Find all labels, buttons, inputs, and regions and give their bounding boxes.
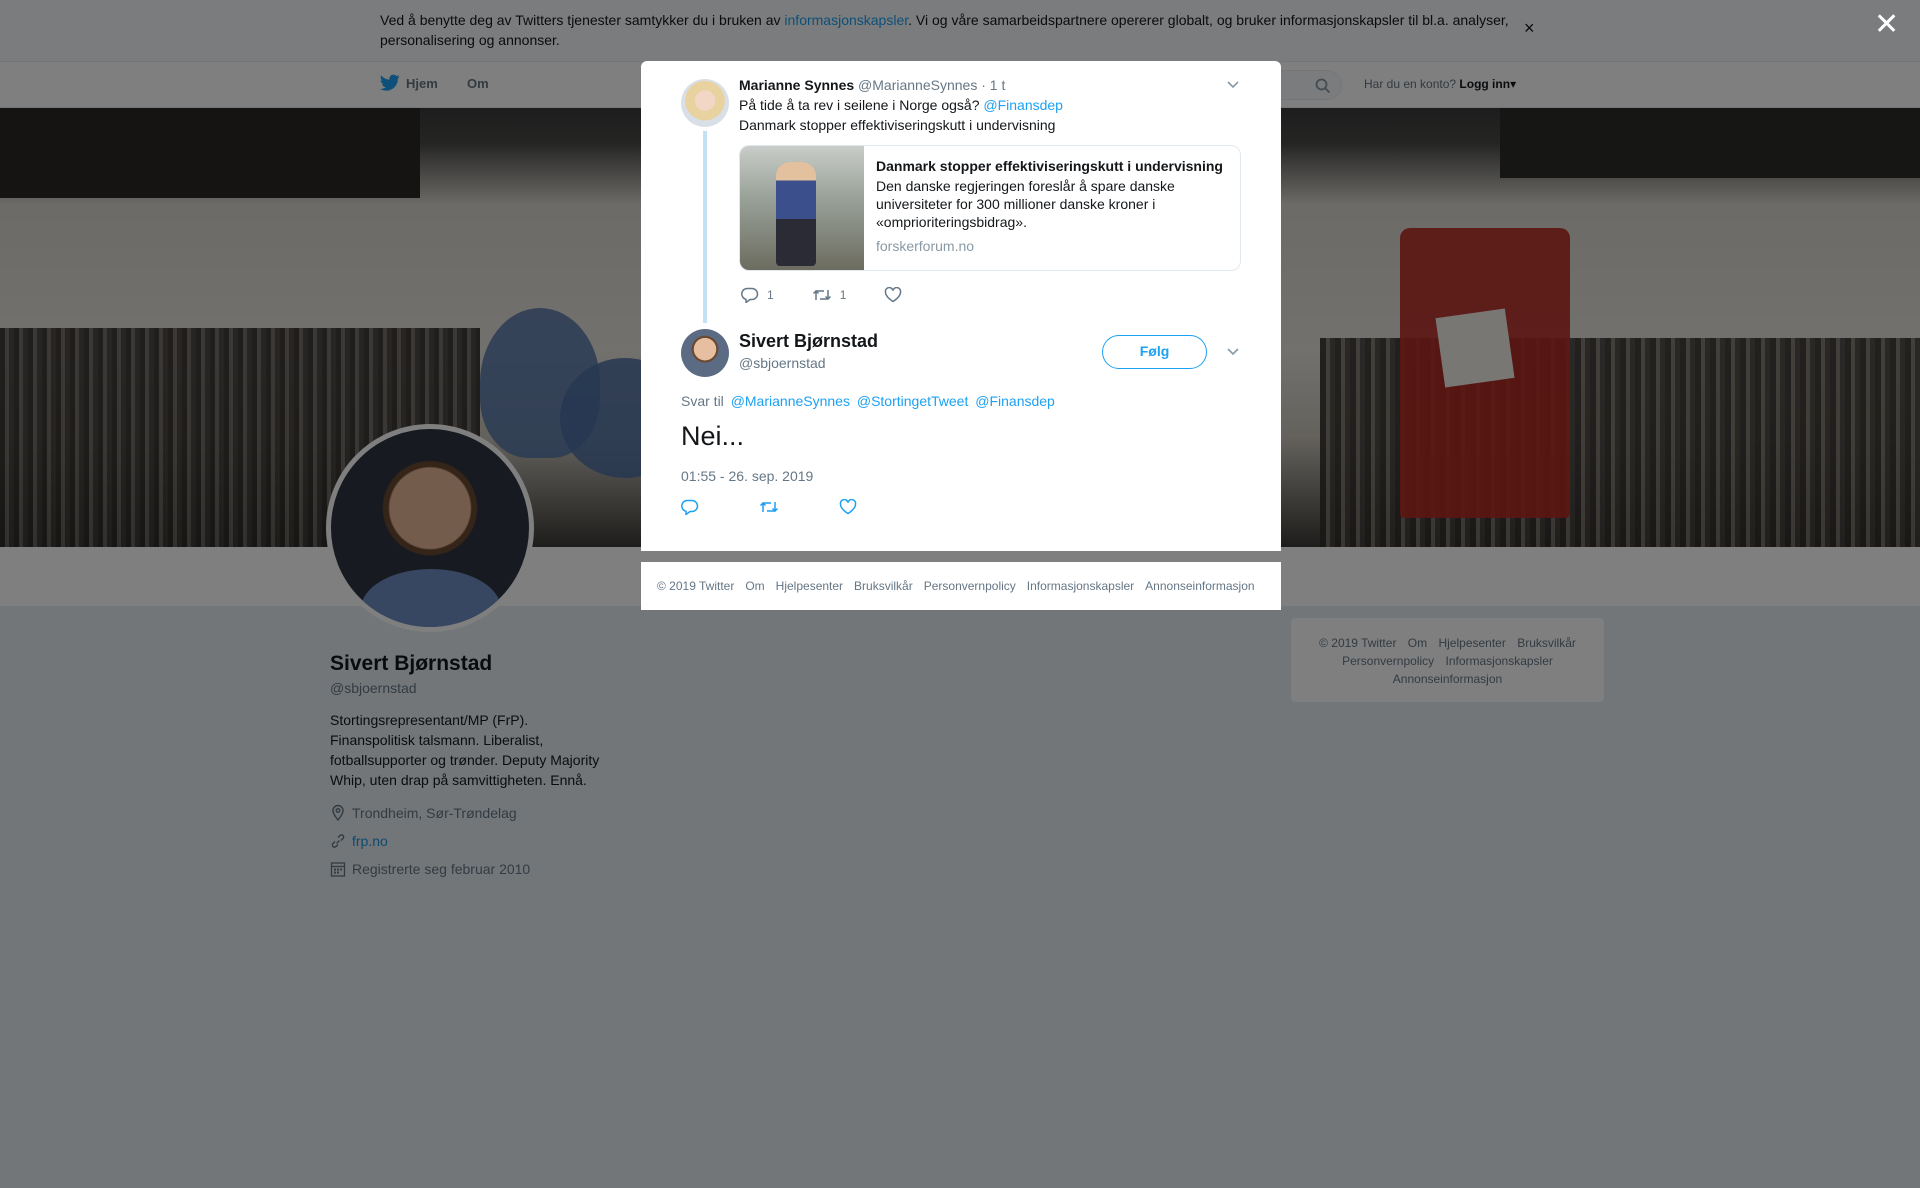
modal-footer-ads-link[interactable]: Annonseinformasjon bbox=[1145, 579, 1254, 593]
main-reply-icon bbox=[681, 499, 699, 515]
main-tweet-chevron-down-icon[interactable] bbox=[1226, 344, 1240, 358]
card-title: Danmark stopper effektiviseringskutt i u… bbox=[876, 158, 1223, 174]
chevron-down-icon[interactable] bbox=[1226, 77, 1240, 91]
parent-reply-count: 1 bbox=[767, 288, 774, 302]
modal-footer-privacy-link[interactable]: Personvernpolicy bbox=[924, 579, 1016, 593]
parent-tweet-text: På tide å ta rev i seilene i Norge også?… bbox=[739, 95, 1239, 135]
modal-footer-about-link[interactable]: Om bbox=[745, 579, 764, 593]
reply-to-line: Svar til @MarianneSynnes @StortingetTwee… bbox=[681, 393, 1055, 409]
main-retweet-icon bbox=[759, 501, 779, 513]
main-like-button[interactable] bbox=[839, 499, 857, 515]
card-description: Den danske regjeringen foreslår å spare … bbox=[876, 178, 1175, 230]
reply-to-label: Svar til bbox=[681, 393, 724, 409]
parent-tweet-time[interactable]: · 1 t bbox=[981, 77, 1005, 93]
main-like-icon bbox=[839, 499, 857, 515]
modal-close-icon[interactable]: ✕ bbox=[1874, 10, 1899, 40]
like-icon bbox=[885, 287, 902, 303]
main-tweet-author-handle[interactable]: @sbjoernstad bbox=[739, 355, 826, 371]
reply-mention-marianne[interactable]: @MarianneSynnes bbox=[731, 393, 850, 409]
parent-tweet-actions: 1 1 bbox=[741, 287, 948, 303]
card-thumbnail bbox=[740, 146, 864, 270]
retweet-icon bbox=[812, 289, 831, 301]
modal-footer-help-link[interactable]: Hjelpesenter bbox=[776, 579, 843, 593]
follow-button[interactable]: Følg bbox=[1102, 335, 1207, 369]
main-tweet-actions bbox=[681, 499, 917, 515]
tweet-modal: Marianne Synnes @MarianneSynnes · 1 t På… bbox=[641, 61, 1281, 551]
main-tweet-timestamp[interactable]: 01:55 - 26. sep. 2019 bbox=[681, 468, 813, 484]
parent-retweet-count: 1 bbox=[839, 288, 847, 302]
reply-icon bbox=[741, 287, 759, 303]
main-tweet-author-name[interactable]: Sivert Bjørnstad bbox=[739, 331, 878, 352]
main-retweet-button[interactable] bbox=[759, 499, 779, 515]
link-preview-card[interactable]: Danmark stopper effektiviseringskutt i u… bbox=[739, 145, 1241, 271]
parent-retweet-button[interactable]: 1 bbox=[812, 287, 847, 303]
card-thumbnail-person bbox=[776, 162, 816, 266]
parent-tweet-text-main: På tide å ta rev i seilene i Norge også? bbox=[739, 97, 980, 113]
parent-tweet-mention-link[interactable]: @Finansdep bbox=[983, 97, 1063, 113]
parent-tweet-header: Marianne Synnes @MarianneSynnes · 1 t bbox=[739, 75, 1005, 95]
parent-tweet-text-line2: Danmark stopper effektiviseringskutt i u… bbox=[739, 117, 1056, 133]
modal-footer: © 2019 Twitter Om Hjelpesenter Bruksvilk… bbox=[641, 562, 1281, 610]
modal-footer-cookies-link[interactable]: Informasjonskapsler bbox=[1027, 579, 1134, 593]
modal-footer-terms-link[interactable]: Bruksvilkår bbox=[854, 579, 913, 593]
card-domain: forskerforum.no bbox=[876, 238, 975, 254]
thread-connector-line bbox=[703, 131, 707, 323]
parent-tweet-author-handle[interactable]: @MarianneSynnes bbox=[858, 77, 977, 93]
reply-mention-finansdep[interactable]: @Finansdep bbox=[975, 393, 1055, 409]
main-tweet-text: Nei... bbox=[681, 421, 745, 451]
modal-footer-copyright: © 2019 Twitter bbox=[657, 579, 735, 593]
parent-tweet-avatar[interactable] bbox=[681, 79, 729, 127]
main-reply-button[interactable] bbox=[681, 499, 699, 515]
parent-reply-button[interactable]: 1 bbox=[741, 287, 774, 303]
main-tweet-avatar[interactable] bbox=[681, 329, 729, 377]
parent-like-button[interactable] bbox=[884, 287, 910, 303]
reply-mention-stortinget[interactable]: @StortingetTweet bbox=[857, 393, 969, 409]
parent-tweet-author-name[interactable]: Marianne Synnes bbox=[739, 77, 854, 93]
